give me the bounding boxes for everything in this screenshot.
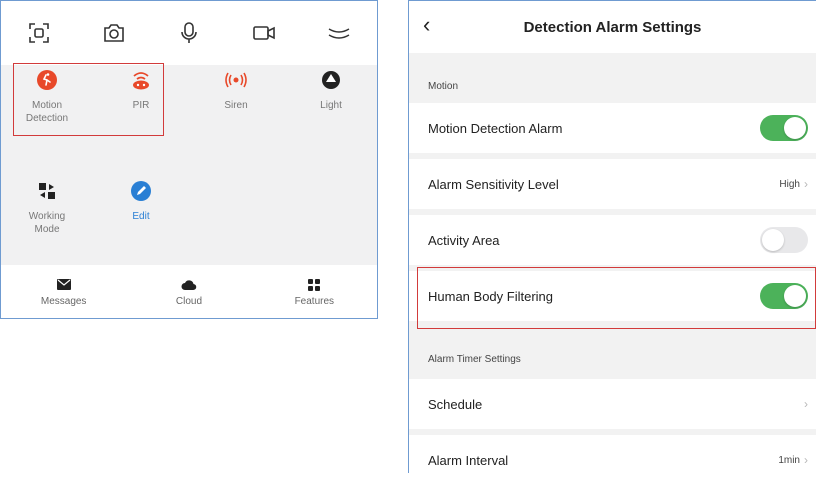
section-label-alarm-timer: Alarm Timer Settings <box>428 354 521 365</box>
feature-siren[interactable]: Siren <box>201 69 271 112</box>
row-activity-area: Activity Area <box>409 215 816 265</box>
toggle-knob <box>784 117 806 139</box>
collapse-icon <box>328 28 350 39</box>
feature-label: Light <box>320 100 342 111</box>
row-label: Human Body Filtering <box>428 288 553 304</box>
chevron-right-icon: › <box>804 177 808 191</box>
row-motion-detection-alarm: Motion Detection Alarm <box>409 103 816 153</box>
chevron-left-icon[interactable]: ‹ <box>423 14 430 36</box>
feature-light[interactable]: Light <box>296 69 366 112</box>
nav-label: Features <box>294 295 335 307</box>
nav-messages[interactable]: Messages <box>19 277 109 307</box>
row-alarm-interval[interactable]: Alarm Interval 1min › <box>409 435 816 485</box>
working-mode-icon <box>36 180 58 202</box>
chevron-right-icon: › <box>804 397 808 411</box>
toggle-knob <box>784 285 806 307</box>
nav-features[interactable]: Features <box>269 277 359 307</box>
feature-working-mode[interactable]: Working Mode <box>12 180 82 236</box>
features-icon <box>269 277 359 293</box>
section-label-motion: Motion <box>428 81 459 92</box>
video-record-icon <box>253 26 275 40</box>
microphone-icon <box>181 22 197 43</box>
video-record-button[interactable] <box>244 13 284 53</box>
row-label: Motion Detection Alarm <box>428 120 563 136</box>
row-alarm-sensitivity-level[interactable]: Alarm Sensitivity Level High › <box>409 159 816 209</box>
nav-label: Cloud <box>175 295 203 307</box>
interval-value-text: 1min <box>778 454 800 466</box>
camera-control-panel: Motion Detection PIR Siren Light Working… <box>0 0 378 319</box>
page-title: Detection Alarm Settings <box>523 18 702 36</box>
microphone-button[interactable] <box>169 13 209 53</box>
collapse-button[interactable] <box>319 13 359 53</box>
sensitivity-value: High › <box>779 177 808 191</box>
feature-label: Working Mode <box>28 211 66 235</box>
nav-cloud[interactable]: Cloud <box>144 277 234 307</box>
row-label: Activity Area <box>428 232 500 248</box>
row-label: Schedule <box>428 396 483 412</box>
screenshot-button[interactable] <box>19 13 59 53</box>
motion-detection-alarm-toggle[interactable] <box>760 115 808 141</box>
chevron-right-icon: › <box>804 453 808 467</box>
nav-label: Messages <box>40 295 87 307</box>
bottom-nav: Messages Cloud Features <box>1 265 377 318</box>
highlight-box <box>13 63 164 136</box>
human-body-filtering-toggle[interactable] <box>760 283 808 309</box>
interval-value: 1min › <box>778 453 808 467</box>
row-schedule[interactable]: Schedule › <box>409 379 816 429</box>
row-human-body-filtering: Human Body Filtering <box>409 271 816 321</box>
light-icon <box>320 69 342 91</box>
row-label: Alarm Sensitivity Level <box>428 176 559 192</box>
feature-label: Siren <box>224 100 248 111</box>
feature-label: Edit <box>132 211 150 222</box>
toggle-knob <box>762 229 784 251</box>
detection-alarm-settings-screen: ‹ Detection Alarm Settings Motion Motion… <box>408 0 816 485</box>
cloud-icon <box>144 277 234 293</box>
screenshot-icon <box>28 23 49 43</box>
header: ‹ Detection Alarm Settings <box>409 1 816 53</box>
sensitivity-value-text: High <box>779 178 800 190</box>
messages-icon <box>19 277 109 293</box>
camera-button[interactable] <box>94 13 134 53</box>
camera-toolbar <box>1 1 377 65</box>
row-label: Alarm Interval <box>428 452 509 468</box>
camera-icon <box>103 24 124 42</box>
siren-icon <box>225 69 247 91</box>
activity-area-toggle[interactable] <box>760 227 808 253</box>
edit-icon <box>130 180 152 202</box>
feature-edit[interactable]: Edit <box>106 180 176 223</box>
